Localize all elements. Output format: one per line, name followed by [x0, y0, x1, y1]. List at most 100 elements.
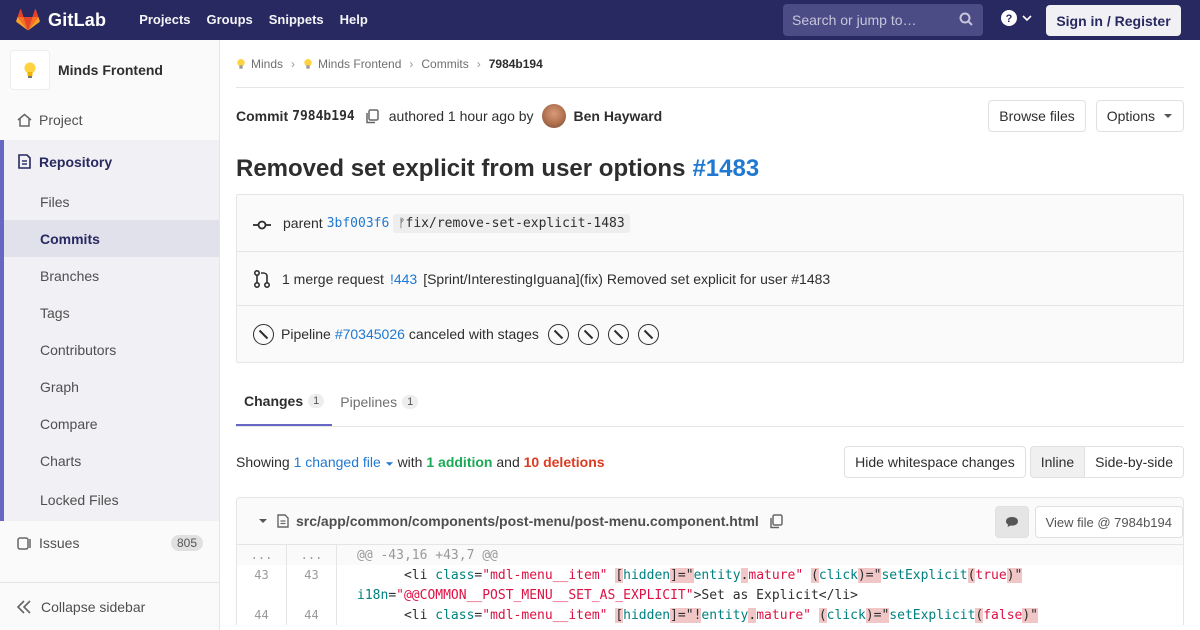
- old-line-number: ...: [237, 545, 287, 565]
- breadcrumb-item[interactable]: Commits ›: [421, 57, 488, 71]
- breadcrumb-item[interactable]: Minds ›: [236, 57, 303, 71]
- sidebar-item-repository[interactable]: Repository: [0, 140, 219, 183]
- old-line-number[interactable]: 44: [237, 605, 287, 625]
- code-token: click: [818, 567, 858, 583]
- code-token: entity: [693, 567, 741, 583]
- mr-title: [Sprint/InterestingIguana](fix) Removed …: [423, 270, 831, 287]
- code-line: i18n="@@COMMON__POST_MENU__SET_AS_EXPLIC…: [337, 588, 858, 603]
- code-token: mature": [756, 607, 812, 623]
- collapse-sidebar-button[interactable]: Collapse sidebar: [0, 582, 219, 630]
- code-token: ]="!: [670, 607, 702, 623]
- parent-row: parent 3bf003f6 ᚠfix/remove-set-explicit…: [237, 195, 1183, 252]
- chevron-down-icon: [1022, 15, 1032, 22]
- merge-request-icon: [254, 269, 270, 288]
- commit-label: Commit: [236, 108, 289, 124]
- nav-projects[interactable]: Projects: [131, 0, 198, 40]
- pipeline-canceled-icon[interactable]: [253, 323, 274, 345]
- breadcrumb-current: 7984b194: [488, 56, 543, 71]
- sidebar-item-compare[interactable]: Compare: [0, 405, 219, 442]
- sidebar-item-files[interactable]: Files: [0, 183, 219, 220]
- sidebar-item-label: Project: [39, 112, 83, 128]
- old-line-number[interactable]: 43: [237, 565, 287, 585]
- project-header[interactable]: Minds Frontend: [0, 40, 219, 100]
- toggle-comments-button[interactable]: [994, 506, 1029, 538]
- new-line-number[interactable]: 44: [287, 605, 337, 625]
- code-token: )=": [857, 567, 882, 583]
- nav-help[interactable]: Help: [332, 0, 376, 40]
- code-token: setExplicit: [889, 607, 976, 623]
- commit-issue-link[interactable]: #1483: [692, 155, 759, 183]
- sidebar-item-tags[interactable]: Tags: [0, 294, 219, 331]
- code-token: (: [811, 567, 819, 583]
- file-path[interactable]: src/app/common/components/post-menu/post…: [296, 513, 759, 529]
- breadcrumb-item[interactable]: Minds Frontend ›: [303, 57, 421, 71]
- code-token: ]=": [670, 567, 694, 583]
- code-token: class: [435, 567, 475, 583]
- new-line-number[interactable]: 43: [287, 565, 337, 585]
- code-token: i18n: [357, 587, 389, 603]
- browse-files-button[interactable]: Browse files: [988, 100, 1086, 132]
- changed-files-dropdown[interactable]: 1 changed file: [294, 454, 394, 470]
- code-token: )": [1006, 567, 1023, 583]
- code-token: setExplicit: [881, 567, 968, 583]
- sign-in-button[interactable]: Sign in / Register: [1046, 5, 1181, 36]
- parent-sha-link[interactable]: 3bf003f6: [327, 216, 390, 231]
- sidebar-item-commits[interactable]: Commits: [0, 220, 219, 257]
- sidebar-item-graph[interactable]: Graph: [0, 368, 219, 405]
- hide-whitespace-button[interactable]: Hide whitespace changes: [844, 446, 1026, 478]
- old-line-number: [237, 585, 287, 605]
- inline-view-button[interactable]: Inline: [1029, 446, 1086, 478]
- sidebar-item-project[interactable]: Project: [0, 100, 219, 140]
- file-actions: View file @ 7984b194: [994, 506, 1183, 538]
- gitlab-logo[interactable]: GitLab: [16, 0, 106, 40]
- diff-line: i18n="@@COMMON__POST_MENU__SET_AS_EXPLIC…: [237, 585, 1183, 605]
- lightbulb-icon: [24, 62, 36, 78]
- mr-count: 1 merge request: [282, 270, 384, 287]
- stage-canceled-icon[interactable]: [577, 323, 599, 345]
- pipeline-link[interactable]: #70345026: [335, 326, 405, 342]
- code-token: false: [983, 607, 1023, 623]
- search-input[interactable]: Search or jump to…: [783, 4, 983, 36]
- branch-pill[interactable]: ᚠfix/remove-set-explicit-1483: [393, 213, 630, 233]
- stage-canceled-icon[interactable]: [607, 323, 629, 345]
- sidebar-item-contributors[interactable]: Contributors: [0, 331, 219, 368]
- collapse-caret-icon[interactable]: [258, 518, 268, 524]
- author-name[interactable]: Ben Hayward: [574, 108, 663, 124]
- issues-count-badge: 805: [170, 535, 203, 551]
- tab-changes[interactable]: Changes 1: [236, 378, 333, 426]
- sidebar-item-locked-files[interactable]: Locked Files: [0, 479, 219, 521]
- stage-canceled-icon[interactable]: [637, 323, 659, 345]
- options-dropdown[interactable]: Options: [1095, 100, 1184, 132]
- top-navbar: GitLab Projects Groups Snippets Help Sea…: [0, 0, 1200, 40]
- nav-snippets[interactable]: Snippets: [261, 0, 332, 40]
- author-avatar[interactable]: [541, 104, 566, 128]
- code-token: true: [975, 567, 1007, 583]
- lightbulb-icon: [304, 58, 312, 69]
- nav-groups[interactable]: Groups: [199, 0, 261, 40]
- commit-header: Commit 7984b194 authored 1 hour ago by B…: [236, 88, 1184, 144]
- side-by-side-view-button[interactable]: Side-by-side: [1085, 446, 1184, 478]
- code-token: entity: [701, 607, 749, 623]
- code-token: )": [1022, 607, 1039, 623]
- commit-title: Removed set explicit from user options #…: [236, 144, 1184, 194]
- copy-icon[interactable]: [769, 513, 783, 529]
- tab-pipelines[interactable]: Pipelines 1: [332, 378, 426, 426]
- code-token: [: [615, 607, 624, 623]
- code-token: class: [435, 607, 475, 623]
- sidebar-item-issues[interactable]: Issues 805: [0, 521, 219, 565]
- new-line-number: ...: [287, 545, 337, 565]
- tab-count: 1: [402, 395, 419, 409]
- sidebar-item-charts[interactable]: Charts: [0, 442, 219, 479]
- breadcrumb-label: Minds: [251, 56, 284, 71]
- merge-request-row: 1 merge request !443 [Sprint/Interesting…: [237, 252, 1183, 306]
- copy-icon[interactable]: [365, 108, 379, 124]
- mr-link[interactable]: !443: [390, 271, 417, 287]
- code-line: <li class="mdl-menu__item" [hidden]="ent…: [337, 567, 1023, 583]
- hunk-header-text: @@ -43,16 +43,7 @@: [357, 547, 498, 563]
- view-file-button[interactable]: View file @ 7984b194: [1034, 506, 1183, 538]
- help-dropdown[interactable]: ?: [1001, 10, 1032, 26]
- stage-canceled-icon[interactable]: [547, 323, 569, 345]
- sidebar-item-branches[interactable]: Branches: [0, 257, 219, 294]
